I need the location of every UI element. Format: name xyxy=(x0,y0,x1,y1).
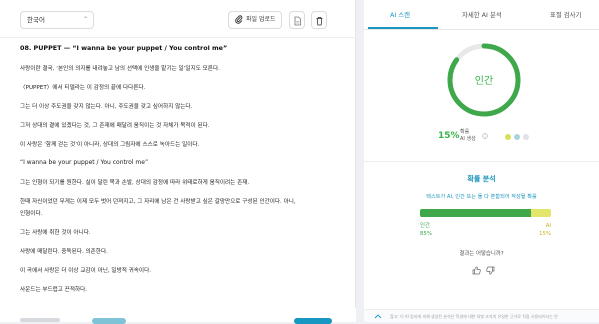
disclaimer-note: 참고: 이 AI 탐지에 의해 생성된 분석은 학생에 대한 처벌 조치의 유일… xyxy=(390,314,558,319)
document-line: 사운드는 부드럽고 끈적하다. xyxy=(20,287,88,293)
tab-ai-scan[interactable]: AI 스캔 xyxy=(390,10,410,19)
tab-detailed-analysis[interactable]: 자세한 AI 분석 xyxy=(462,10,502,19)
ai-legend: AI 15% xyxy=(538,222,551,238)
language-select[interactable]: 한국어 ⌃ xyxy=(20,11,94,29)
legend-dot-mixed xyxy=(505,134,511,140)
disclaimer-bar: 참고: 이 AI 탐지에 의해 생성된 분석은 학생에 대한 처벌 조치의 유일… xyxy=(364,309,599,322)
result-tabs: AI 스캔 자세한 AI 분석 표절 검사기 xyxy=(364,0,599,30)
verdict-label: 인간 xyxy=(474,76,494,87)
probability-bar xyxy=(420,209,551,217)
feedback-question: 결과는 어떻습니까? xyxy=(459,251,504,257)
info-icon[interactable] xyxy=(482,133,488,139)
document-line: 〈PUPPET〉에서 티델라는 이 감정의 끝에 다다른다. xyxy=(20,85,146,91)
ai-probability-label: 확률 AI 생성 xyxy=(460,129,476,143)
probability-word: 확률 xyxy=(460,129,470,135)
document-line: 이 사랑은 ‘함께 걷는 것’이 아니라, 상대의 그림자에 스스로 녹아드는 … xyxy=(20,142,200,148)
language-value: 한국어 xyxy=(27,16,45,24)
document-line: 한때 자신이었던 무게는 이제 모두 벗어 던져지고, 그 자리에 남은 건 사… xyxy=(20,199,296,205)
ai-percent: 15% xyxy=(539,231,551,237)
document-line: 사랑이란 결국, ‘본인의 의지를 내려놓고 남의 선택에 인생을 맡기는 일’… xyxy=(20,66,220,72)
document-line: 08. PUPPET — “I wanna be your puppet / Y… xyxy=(20,44,228,52)
result-panel: AI 스캔 자세한 AI 분석 표절 검사기 인간 15% 확률 AI 생성 확… xyxy=(364,0,599,322)
editor-bottom-bar xyxy=(0,308,356,324)
status-badge xyxy=(92,318,126,324)
document-line: 그는 사랑에 취한 것이 아니다. xyxy=(20,230,91,236)
tab-plagiarism-checker[interactable]: 표절 검사기 xyxy=(550,10,581,19)
document-icon xyxy=(294,16,301,26)
thumbs-down-icon[interactable] xyxy=(486,266,495,275)
analysis-title: 확률 분석 xyxy=(467,175,496,183)
document-line: “I wanna be your puppet / You control me… xyxy=(20,159,149,166)
document-line: 그저 상대의 곁에 있겠다는 것, 그 존재에 매달려 움직이는 것 자체가 목… xyxy=(20,123,210,129)
document-line: 사랑에 매달린다. 중독된다. 의존한다. xyxy=(20,249,108,255)
thumbs-up-icon[interactable] xyxy=(472,266,481,275)
file-upload-button[interactable]: 파일 업로드 xyxy=(228,11,282,29)
document-line: 그는 더 이상 주도권을 갖지 않는다. 아니, 주도권을 갖고 싶어하지 않는… xyxy=(20,104,193,110)
word-count xyxy=(20,318,60,322)
ai-label: AI xyxy=(545,223,551,229)
legend-dot-other xyxy=(523,134,529,140)
document-line: 이 곡에서 사랑은 더 이상 교감이 아닌, 일방적 귀속이다. xyxy=(20,268,151,274)
editor-toolbar: 한국어 ⌃ 파일 업로드 xyxy=(0,0,356,38)
section-divider xyxy=(364,161,599,162)
ai-probability: 15% xyxy=(438,131,460,141)
editor-panel: 한국어 ⌃ 파일 업로드 08. PUPPET — “I wanna be yo… xyxy=(0,0,356,324)
delete-button[interactable] xyxy=(311,11,327,29)
probability-bar-human xyxy=(420,209,532,217)
legend-dot-ai xyxy=(514,134,520,140)
ai-generated-word: AI 생성 xyxy=(460,136,476,142)
scan-button[interactable] xyxy=(294,318,332,324)
chevron-up-icon[interactable] xyxy=(374,313,382,319)
human-legend: 인간 85% xyxy=(420,222,432,238)
active-tab-indicator xyxy=(368,27,438,29)
document-button[interactable] xyxy=(289,11,305,29)
analysis-description: 텍스트가 AI, 인간 또는 둘 다 혼합되어 작성될 확률 xyxy=(426,194,537,200)
paperclip-icon xyxy=(235,15,243,24)
document-line: 인형이다. xyxy=(20,211,43,217)
human-percent: 85% xyxy=(420,231,432,237)
document-line: 그는 인형이 되기를 원한다. 실이 달린 목과 손발, 상대의 감정에 따라 … xyxy=(20,180,250,186)
human-label: 인간 xyxy=(420,223,430,229)
trash-icon xyxy=(316,17,323,26)
upload-label: 파일 업로드 xyxy=(246,16,276,23)
chevron-down-icon: ⌃ xyxy=(82,16,88,23)
